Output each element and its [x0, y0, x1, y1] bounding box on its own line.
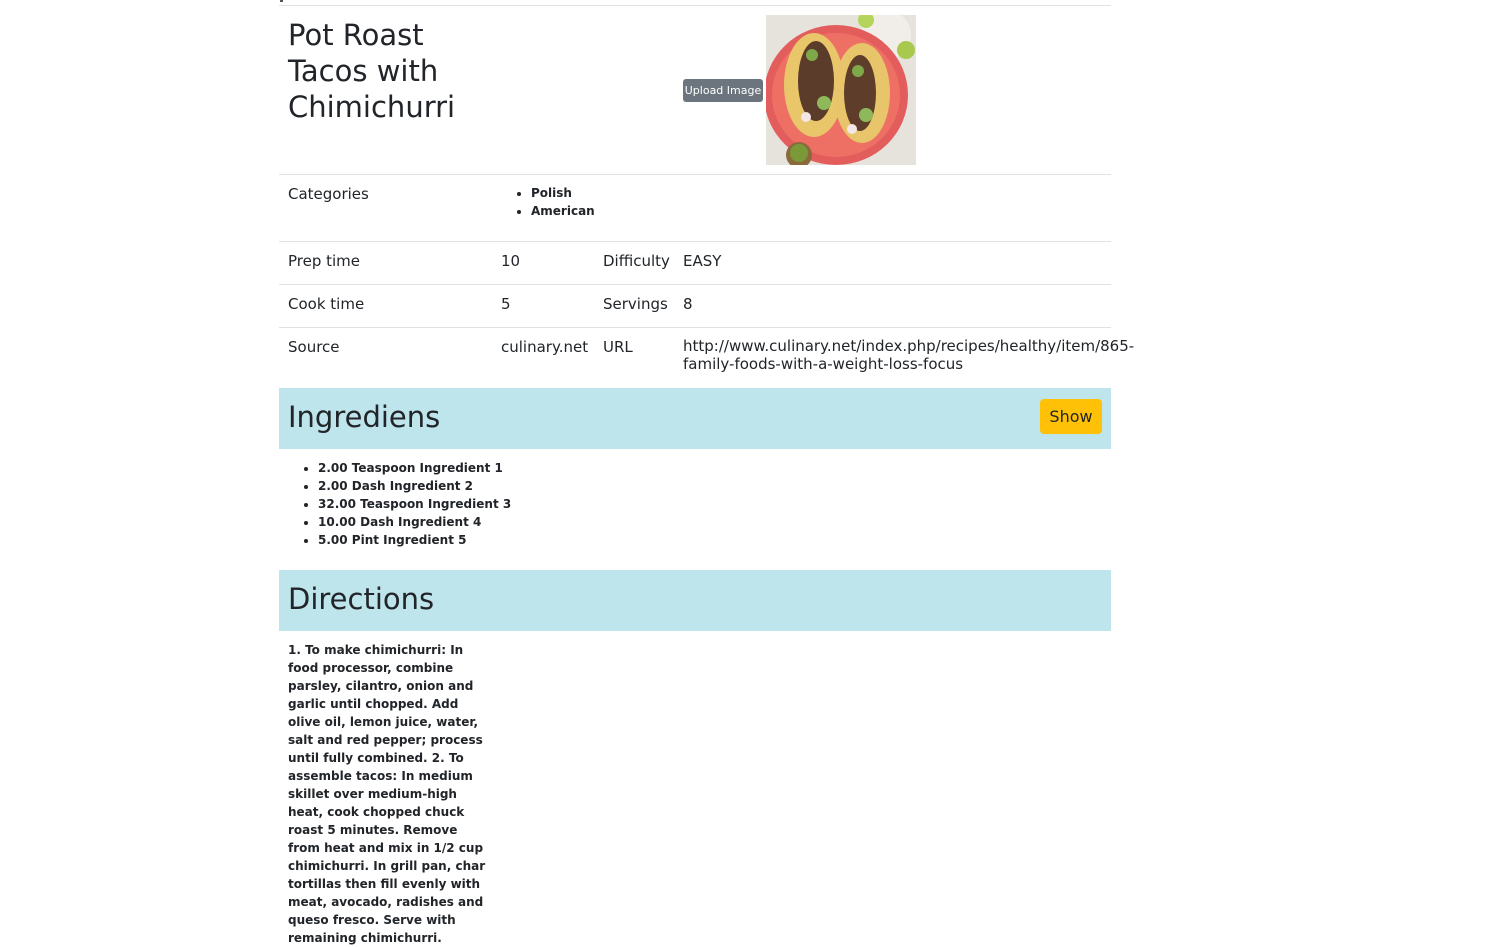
divider [279, 174, 1111, 175]
ingredients-list: 2.00 Teaspoon Ingredient 1 2.00 Dash Ing… [299, 459, 511, 549]
category-item: American [531, 202, 595, 220]
prep-time-label: Prep time [288, 252, 361, 270]
source-value: culinary.net [501, 338, 589, 356]
categories-list: Polish American [512, 184, 595, 220]
source-label: Source [288, 338, 340, 356]
top-tick [280, 0, 283, 2]
difficulty-value: EASY [683, 252, 722, 270]
servings-value: 8 [683, 295, 693, 313]
directions-text: 1. To make chimichurri: In food processo… [288, 643, 486, 945]
ingredients-heading: Ingrediens [288, 400, 441, 434]
recipe-photo [766, 15, 916, 165]
ingredient-item: 32.00 Teaspoon Ingredient 3 [318, 495, 511, 513]
top-divider [279, 5, 1111, 6]
recipe-title: Pot Roast Tacos with Chimichurri [288, 18, 456, 124]
categories-label: Categories [288, 185, 369, 203]
prep-time-value: 10 [501, 252, 521, 270]
show-button[interactable]: Show [1040, 399, 1102, 434]
divider [279, 284, 1111, 285]
cook-time-value: 5 [501, 295, 511, 313]
directions-heading: Directions [288, 582, 435, 616]
cook-time-label: Cook time [288, 295, 365, 313]
ingredients-header: Ingrediens Show [279, 388, 1111, 449]
divider [279, 241, 1111, 242]
ingredient-item: 5.00 Pint Ingredient 5 [318, 531, 511, 549]
ingredient-item: 10.00 Dash Ingredient 4 [318, 513, 511, 531]
url-value[interactable]: http://www.culinary.net/index.php/recipe… [683, 337, 1134, 373]
category-item: Polish [531, 184, 595, 202]
ingredient-item: 2.00 Teaspoon Ingredient 1 [318, 459, 511, 477]
directions-header: Directions [279, 570, 1111, 631]
divider [279, 327, 1111, 328]
upload-image-button[interactable]: Upload Image [683, 79, 763, 102]
servings-label: Servings [603, 295, 668, 313]
difficulty-label: Difficulty [603, 252, 670, 270]
url-label: URL [603, 338, 633, 356]
ingredient-item: 2.00 Dash Ingredient 2 [318, 477, 511, 495]
